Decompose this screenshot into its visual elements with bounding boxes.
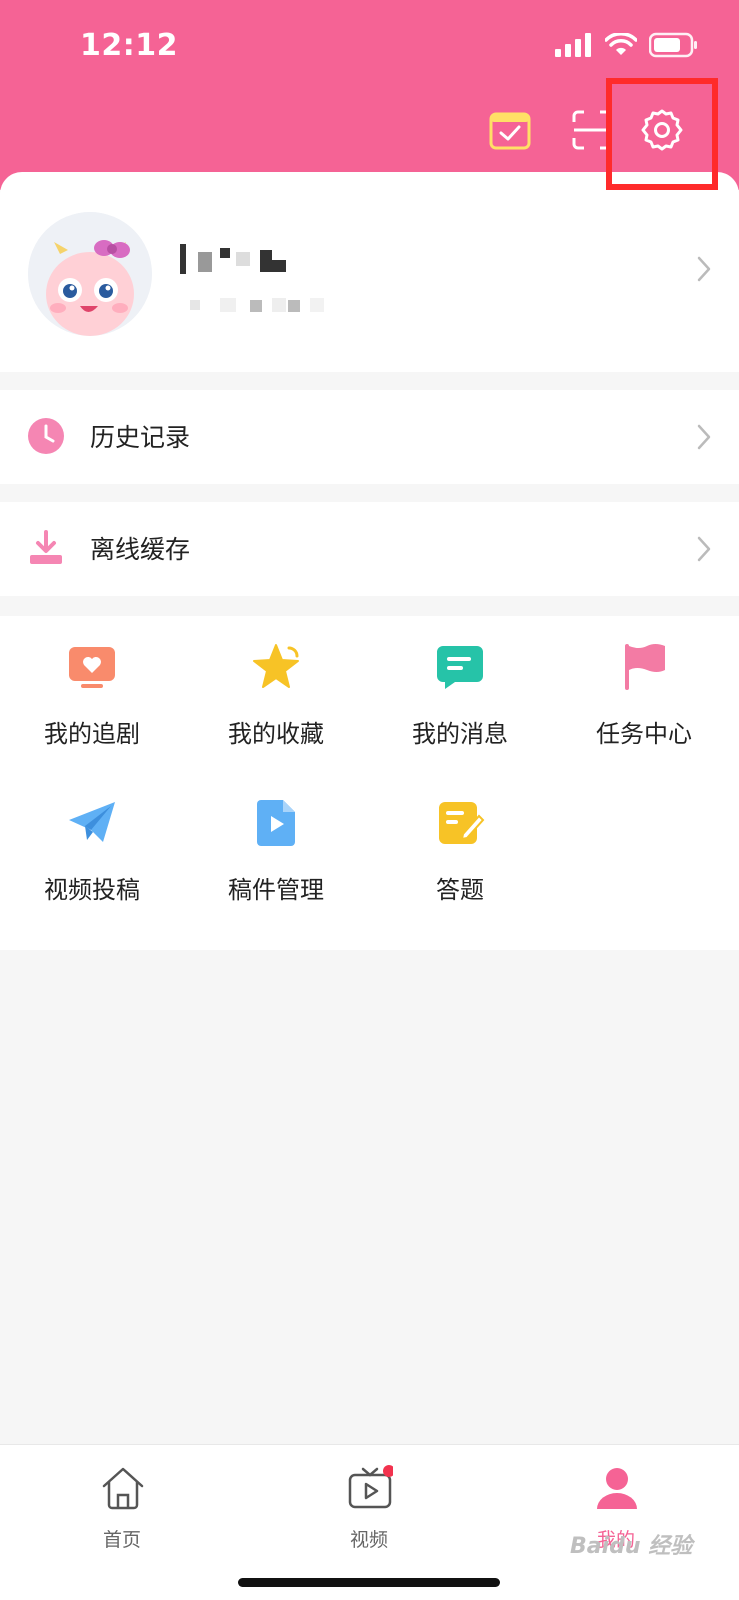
signal-icon [555,33,591,57]
feature-my-series[interactable]: 我的追剧 [0,616,184,756]
feature-quiz[interactable]: 答题 [368,772,552,912]
offline-cache-label: 离线缓存 [90,535,191,564]
chevron-right-icon [697,536,711,562]
feature-label: 任务中心 [596,720,692,748]
home-indicator [238,1578,500,1587]
feature-label: 稿件管理 [228,876,324,904]
tv-heart-icon [69,647,115,688]
feature-manuscript-management[interactable]: 稿件管理 [184,772,368,912]
download-icon [30,530,62,564]
star-icon [253,644,299,688]
feature-video-submit[interactable]: 视频投稿 [0,772,184,912]
feature-label: 答题 [436,876,484,904]
chevron-right-icon [697,256,711,282]
feature-favorites[interactable]: 我的收藏 [184,616,368,756]
tv-play-icon [348,1465,393,1509]
message-icon [437,646,483,689]
home-icon [102,1467,144,1510]
calendar-check-icon[interactable] [488,108,532,152]
chevron-right-icon [697,424,711,450]
history-label: 历史记录 [90,423,191,452]
user-id-obscured [190,298,324,312]
feature-task-center[interactable]: 任务中心 [552,616,736,756]
wifi-icon [605,33,637,55]
username-obscured [180,244,286,274]
avatar-character-icon [28,212,152,336]
profile-page: 12:12 历史记录 离线缓存 我的追剧 我的收藏 我的消息 任务中心 视频投稿… [0,0,739,1600]
feature-label: 我的消息 [412,720,508,748]
settings-highlight-box [606,78,718,190]
bottom-tab-bar: 首页 视频 我的 [0,1444,739,1600]
watermark: Baidu 经验 [570,1534,693,1559]
history-row[interactable]: 历史记录 [0,390,739,484]
video-file-icon [257,800,295,846]
offline-cache-row[interactable]: 离线缓存 [0,502,739,596]
edit-note-icon [439,802,485,844]
tab-label: 首页 [102,1529,141,1551]
feature-grid: 我的追剧 我的收藏 我的消息 任务中心 视频投稿 稿件管理 答题 [0,616,739,950]
feature-label: 我的追剧 [44,720,140,748]
tab-label: 视频 [349,1529,388,1551]
feature-label: 我的收藏 [228,720,324,748]
person-icon [597,1468,637,1509]
status-time: 12:12 [80,28,178,63]
feature-label: 视频投稿 [44,876,140,904]
profile-card[interactable] [0,172,739,372]
tab-video[interactable]: 视频 [289,1457,449,1557]
feature-messages[interactable]: 我的消息 [368,616,552,756]
avatar[interactable] [28,212,152,336]
tab-home[interactable]: 首页 [42,1457,202,1557]
battery-icon [649,32,697,58]
flag-icon [625,644,665,690]
clock-icon [28,418,64,454]
paper-plane-icon [69,802,115,842]
status-indicators [555,32,699,58]
